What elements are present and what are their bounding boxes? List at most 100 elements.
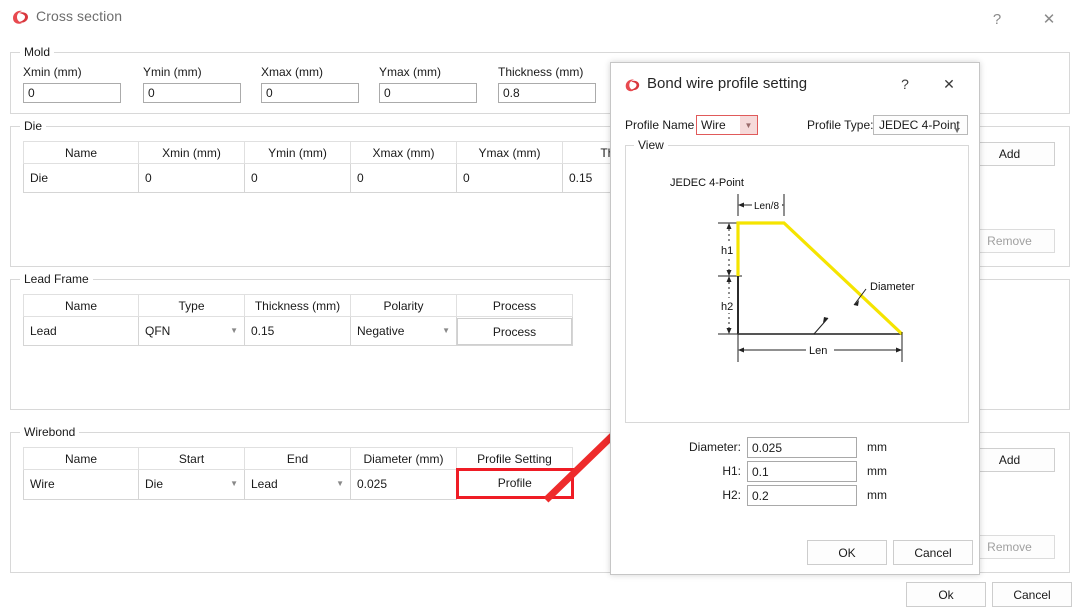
die-cell-ymax[interactable]: 0 [457, 164, 563, 193]
dialog-title: Bond wire profile setting [647, 75, 807, 92]
wire-end-value: Lead [251, 477, 278, 491]
diagram-label-len: Len [809, 345, 827, 357]
bond-wire-profile-dialog: Bond wire profile setting ? ✕ Profile Na… [610, 62, 980, 575]
profile-name-combo[interactable]: Wire [696, 115, 746, 135]
mold-xmin-field: Xmin (mm) [23, 65, 121, 103]
die-col-xmin[interactable]: Xmin (mm) [139, 142, 245, 164]
dialog-h1-unit: mm [867, 464, 887, 478]
diagram-label-h1: h1 [721, 245, 733, 257]
lead-cell-name[interactable]: Lead [24, 317, 139, 346]
die-cell-xmax[interactable]: 0 [351, 164, 457, 193]
diagram-label-diameter: Diameter [870, 281, 915, 293]
mold-xmax-label: Xmax (mm) [261, 65, 359, 79]
main-cancel-button[interactable]: Cancel [992, 582, 1072, 607]
lead-cell-type[interactable]: QFN ▼ [139, 317, 245, 346]
lead-col-type[interactable]: Type [139, 295, 245, 317]
table-header-row: Name Start End Diameter (mm) Profile Set… [24, 448, 573, 470]
chevron-down-icon[interactable]: ▼ [336, 480, 344, 488]
die-cell-xmin[interactable]: 0 [139, 164, 245, 193]
app-logo-icon [623, 77, 641, 95]
lead-frame-group-legend: Lead Frame [20, 272, 93, 286]
lead-process-button[interactable]: Process [457, 318, 572, 345]
die-group-legend: Die [20, 119, 46, 133]
diagram-title: JEDEC 4-Point [670, 177, 744, 189]
chevron-down-icon[interactable]: ▼ [230, 327, 238, 335]
view-group: View JEDEC 4-Point Len/8 h1 [625, 145, 969, 423]
wire-cell-profile: Profile [457, 470, 573, 500]
mold-xmin-label: Xmin (mm) [23, 65, 121, 79]
lead-col-process[interactable]: Process [457, 295, 573, 317]
diagram-label-h2: h2 [721, 301, 733, 313]
lead-cell-polarity[interactable]: Negative ▼ [351, 317, 457, 346]
jedec-profile-diagram: JEDEC 4-Point Len/8 h1 h [626, 150, 968, 420]
mold-xmin-input[interactable] [23, 83, 121, 103]
table-row[interactable]: Lead QFN ▼ 0.15 Negative ▼ Process [24, 317, 573, 346]
chevron-down-icon[interactable]: ▼ [953, 122, 961, 140]
dialog-diameter-unit: mm [867, 440, 887, 454]
chevron-down-icon[interactable]: ▼ [740, 115, 758, 135]
table-header-row: Name Type Thickness (mm) Polarity Proces… [24, 295, 573, 317]
wirebond-table: Name Start End Diameter (mm) Profile Set… [23, 447, 573, 500]
profile-type-label: Profile Type: [807, 118, 873, 132]
dialog-h1-label: H1: [722, 464, 741, 478]
mold-ymax-input[interactable] [379, 83, 477, 103]
mold-xmax-input[interactable] [261, 83, 359, 103]
die-col-name[interactable]: Name [24, 142, 139, 164]
dialog-h2-label: H2: [722, 488, 741, 502]
wire-cell-start[interactable]: Die ▼ [139, 470, 245, 500]
dialog-ok-button[interactable]: OK [807, 540, 887, 565]
dialog-h2-unit: mm [867, 488, 887, 502]
dialog-h2-input[interactable] [747, 485, 857, 506]
table-row[interactable]: Wire Die ▼ Lead ▼ 0.025 Profile [24, 470, 573, 500]
die-col-ymin[interactable]: Ymin (mm) [245, 142, 351, 164]
window-title-bar: Cross section ? ✕ [0, 0, 1080, 38]
wire-col-diameter[interactable]: Diameter (mm) [351, 448, 457, 470]
lead-polarity-value: Negative [357, 324, 404, 338]
wire-cell-diameter[interactable]: 0.025 [351, 470, 457, 500]
mold-thickness-field: Thickness (mm) [498, 65, 596, 103]
dialog-h1-input[interactable] [747, 461, 857, 482]
die-cell-name[interactable]: Die [24, 164, 139, 193]
dialog-title-bar: Bond wire profile setting ? ✕ [611, 63, 979, 107]
lead-cell-process: Process [457, 317, 573, 346]
chevron-down-icon[interactable]: ▼ [230, 480, 238, 488]
profile-name-label: Profile Name [625, 118, 694, 132]
wire-col-name[interactable]: Name [24, 448, 139, 470]
dialog-diameter-input[interactable] [747, 437, 857, 458]
lead-col-name[interactable]: Name [24, 295, 139, 317]
die-col-xmax[interactable]: Xmax (mm) [351, 142, 457, 164]
lead-frame-table: Name Type Thickness (mm) Polarity Proces… [23, 294, 573, 346]
help-icon[interactable]: ? [974, 0, 1020, 38]
wire-col-profile-setting[interactable]: Profile Setting [457, 448, 573, 470]
lead-col-thickness[interactable]: Thickness (mm) [245, 295, 351, 317]
die-cell-ymin[interactable]: 0 [245, 164, 351, 193]
mold-group-legend: Mold [20, 45, 54, 59]
wire-profile-button[interactable]: Profile [456, 468, 574, 499]
close-icon[interactable]: ✕ [1026, 0, 1072, 38]
dialog-diameter-label: Diameter: [689, 440, 741, 454]
mold-ymin-field: Ymin (mm) [143, 65, 241, 103]
window-title: Cross section [36, 8, 122, 24]
wire-cell-end[interactable]: Lead ▼ [245, 470, 351, 500]
mold-thickness-label: Thickness (mm) [498, 65, 596, 79]
lead-col-polarity[interactable]: Polarity [351, 295, 457, 317]
dialog-close-icon[interactable]: ✕ [931, 67, 967, 101]
wire-col-end[interactable]: End [245, 448, 351, 470]
dialog-help-icon[interactable]: ? [887, 67, 923, 101]
lead-cell-thickness[interactable]: 0.15 [245, 317, 351, 346]
app-logo-icon [10, 8, 30, 28]
lead-type-value: QFN [145, 324, 170, 338]
chevron-down-icon[interactable]: ▼ [442, 327, 450, 335]
wirebond-group-legend: Wirebond [20, 425, 79, 439]
wire-cell-name[interactable]: Wire [24, 470, 139, 500]
main-ok-button[interactable]: Ok [906, 582, 986, 607]
die-col-ymax[interactable]: Ymax (mm) [457, 142, 563, 164]
profile-type-combo[interactable]: JEDEC 4-Point ▼ [873, 115, 968, 135]
mold-ymax-field: Ymax (mm) [379, 65, 477, 103]
mold-ymin-input[interactable] [143, 83, 241, 103]
wire-col-start[interactable]: Start [139, 448, 245, 470]
mold-xmax-field: Xmax (mm) [261, 65, 359, 103]
mold-thickness-input[interactable] [498, 83, 596, 103]
dialog-cancel-button[interactable]: Cancel [893, 540, 973, 565]
dialog-top-row: Profile Name Wire ▼ Profile Type: JEDEC … [611, 115, 979, 137]
